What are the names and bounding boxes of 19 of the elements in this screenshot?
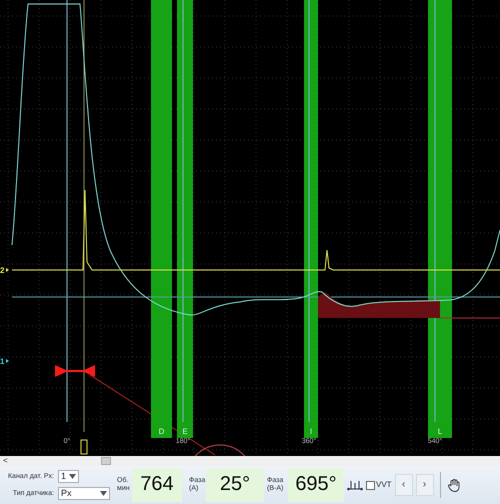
vvt-checkbox[interactable]: VVT [366,479,392,491]
band-label: E [182,427,188,436]
channel-select[interactable]: 1 [58,470,80,483]
scroll-left-arrow[interactable]: < [0,456,11,466]
caret-icon [100,491,107,496]
band-label: D [158,427,164,436]
caret-icon [69,474,76,479]
band-label: I [310,427,312,436]
sensor-type-select[interactable]: Рх [58,487,110,500]
phase-a-value: 25° [206,468,264,502]
band-label: L [438,427,442,436]
tdc-marker-icon [80,440,88,454]
phase-ba-value: 695° [288,468,344,502]
phase-cursor-icon[interactable] [55,365,95,377]
previous-button[interactable]: ‹ [394,474,413,496]
hand-icon[interactable] [446,478,461,492]
rpm-value: 764 [132,468,182,502]
next-button[interactable]: › [416,474,434,496]
scrollbar-thumb[interactable] [100,457,111,465]
